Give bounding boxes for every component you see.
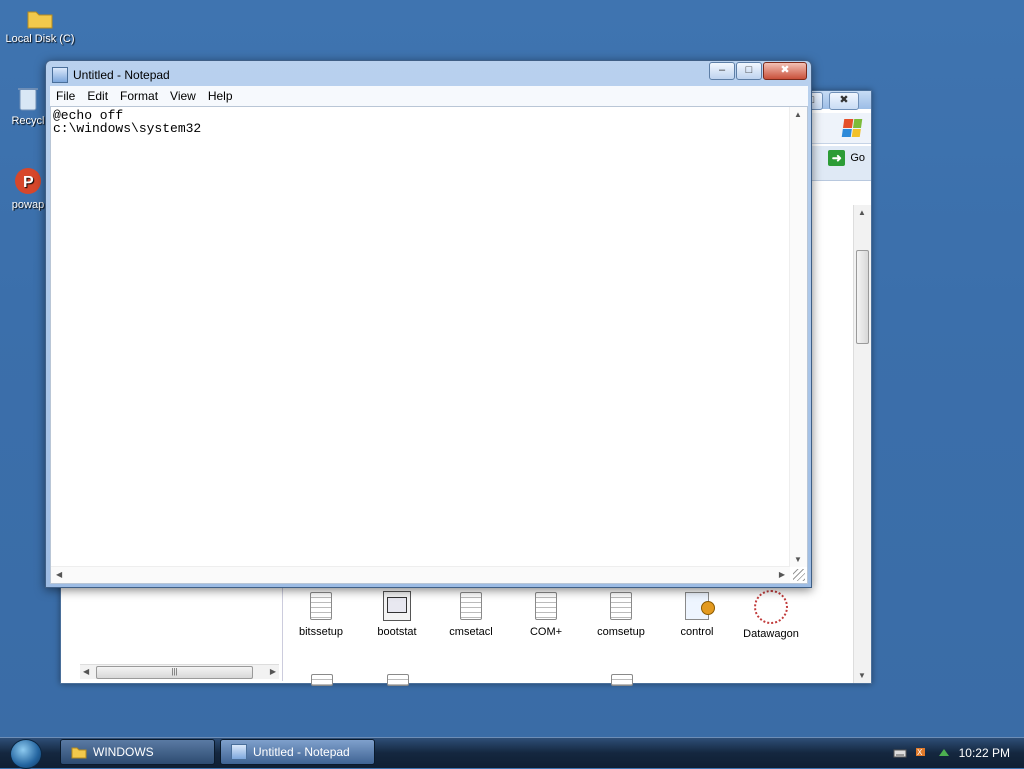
text-file-icon [311,674,333,686]
scroll-down-icon[interactable]: ▼ [858,671,866,680]
text-file-icon [310,592,332,620]
file-label: bitssetup [298,626,344,638]
close-button[interactable]: ✖ [763,62,807,80]
go-arrow-icon: ➜ [828,150,846,166]
file-item-bootstat[interactable]: bootstat [359,588,435,638]
file-item-cmsetacl[interactable]: cmsetacl [433,588,509,638]
scroll-thumb[interactable]: ||| [96,666,253,679]
scroll-right-icon[interactable]: ▶ [779,570,785,579]
file-item-com-plus[interactable]: COM+ [508,588,584,638]
svg-text:X: X [917,748,923,757]
desktop-icon-local-disk[interactable]: Local Disk (C) [0,6,80,45]
file-item-comsetup[interactable]: comsetup [583,588,659,638]
file-label: bootstat [377,626,417,638]
scroll-right-icon[interactable]: ▶ [270,667,276,676]
scroll-down-icon[interactable]: ▼ [794,555,802,564]
minimize-button[interactable]: – [709,62,735,80]
taskbar-item-label: Untitled - Notepad [253,745,350,759]
control-icon [685,592,715,620]
text-file-icon [611,674,633,686]
file-label: comsetup [597,626,645,638]
go-button[interactable]: ➜ Go [828,149,865,167]
desktop-icon-label: powap [11,199,45,211]
explorer-vertical-scrollbar[interactable]: ▲ ▼ [853,205,871,683]
resize-grip[interactable] [793,569,805,581]
system-tray: X 10:22 PM [874,738,1024,768]
scroll-thumb[interactable] [856,250,869,344]
notepad-icon [52,67,68,83]
start-button[interactable] [10,739,42,769]
editor-horizontal-scrollbar[interactable]: ◀ ▶ [51,566,790,583]
clock[interactable]: 10:22 PM [959,746,1010,760]
text-file-icon [610,592,632,620]
file-label: cmsetacl [449,626,493,638]
window-title: Untitled - Notepad [73,68,170,82]
keyboard-icon[interactable] [893,746,907,760]
menu-file[interactable]: File [50,89,81,103]
text-file-icon [387,674,409,686]
file-item-datawagon[interactable]: Datawagon [733,588,809,640]
menu-format[interactable]: Format [114,89,164,103]
scroll-left-icon[interactable]: ◀ [83,667,89,676]
text-editor[interactable]: @echo off c:\windows\system32 ▲ ▼ ◀ ▶ [50,106,808,584]
notepad-icon [231,744,247,760]
menu-view[interactable]: View [164,89,202,103]
folder-tree-horizontal-scrollbar[interactable]: ◀ ||| ▶ [80,664,279,679]
folder-icon [71,747,87,759]
folder-tree-pane: ◀ ||| ▶ [77,588,283,681]
folder-icon [27,11,53,29]
text-file-icon [460,592,482,620]
taskbar: WINDOWS Untitled - Notepad X 10:22 PM [0,737,1024,769]
file-label: Datawagon [743,628,799,640]
network-alert-icon[interactable]: X [915,746,929,760]
maximize-button[interactable]: □ [736,62,762,80]
editor-content[interactable]: @echo off c:\windows\system32 [53,109,785,565]
menu-help[interactable]: Help [202,89,239,103]
window-controls: – □ ✖ [709,62,807,80]
app-icon: P [15,168,41,194]
taskbar-item-windows[interactable]: WINDOWS [60,739,215,765]
file-list: bitssetup bootstat cmsetacl COM+ comsetu… [283,588,853,686]
file-label: control [680,626,714,638]
file-item-bitssetup[interactable]: bitssetup [283,588,359,638]
desktop-icon-label: Recycl [11,115,45,127]
datawagon-icon [754,590,788,624]
file-item-control[interactable]: control [659,588,735,638]
scroll-left-icon[interactable]: ◀ [56,570,62,579]
safely-remove-icon[interactable] [937,746,951,760]
svg-text:P: P [23,174,34,191]
text-file-icon [535,592,557,620]
menu-bar: File Edit Format View Help [50,86,808,106]
scroll-up-icon[interactable]: ▲ [794,110,802,119]
scroll-up-icon[interactable]: ▲ [858,208,866,217]
taskbar-item-label: WINDOWS [93,745,154,759]
notepad-titlebar: Untitled - Notepad [52,65,170,85]
go-label: Go [850,152,865,164]
recycle-bin-icon [18,88,38,111]
menu-edit[interactable]: Edit [81,89,114,103]
desktop-icon-label: Local Disk (C) [5,33,75,45]
bootstat-icon [383,591,411,621]
notepad-window: Untitled - Notepad – □ ✖ File Edit Forma… [45,60,812,588]
editor-vertical-scrollbar[interactable]: ▲ ▼ [789,107,807,567]
file-label: COM+ [529,626,563,638]
taskbar-item-notepad[interactable]: Untitled - Notepad [220,739,375,765]
windows-logo-icon [841,119,863,137]
close-button[interactable]: ✖ [829,92,859,110]
